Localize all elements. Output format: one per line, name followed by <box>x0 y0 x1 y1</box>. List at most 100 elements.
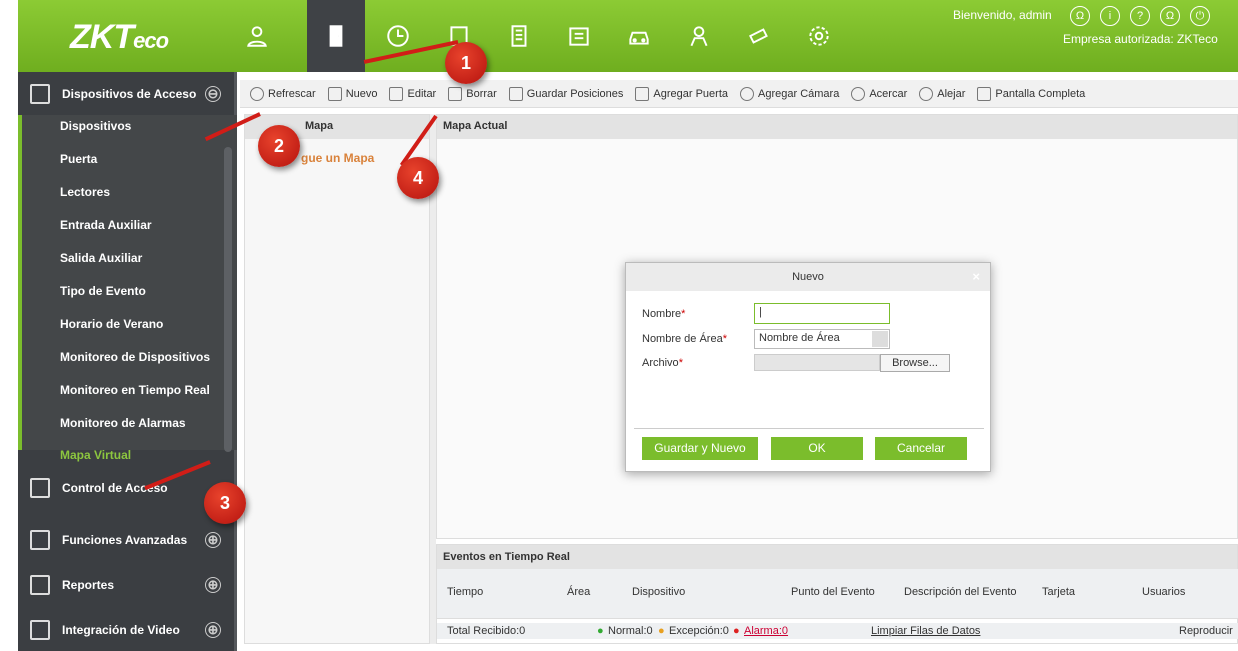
total-received: Total Recibido:0 <box>447 625 526 637</box>
sidebar-item-monitoreo-dispositivos[interactable]: Monitoreo de Dispositivos <box>60 350 210 364</box>
chevron-down-icon[interactable] <box>872 331 888 347</box>
dialog-title: Nuevo <box>792 271 824 283</box>
file-path-field[interactable] <box>754 354 880 371</box>
fullscreen-button[interactable]: Pantalla Completa <box>977 86 1085 101</box>
zoom-out-button[interactable]: Alejar <box>919 86 966 101</box>
events-footer: Total Recibido:0 ● Normal:0 ● Excepción:… <box>437 623 1238 639</box>
camera-icon[interactable] <box>730 0 788 72</box>
play-button[interactable]: Reproducir <box>1179 625 1233 637</box>
app-window: ZKTeco Bienvenido, admin Empresa autoriz… <box>0 0 1238 651</box>
browse-button[interactable]: Browse... <box>880 354 950 372</box>
sidebar-item-monitoreo-alarmas[interactable]: Monitoreo de Alarmas <box>60 416 186 430</box>
callout-badge-1: 1 <box>445 42 487 84</box>
sidebar-item-entrada-auxiliar[interactable]: Entrada Auxiliar <box>60 218 152 232</box>
section-video[interactable]: Integración de Video ⊕ <box>18 608 237 651</box>
col-event-desc[interactable]: Descripción del Evento <box>904 586 1017 598</box>
add-door-button[interactable]: Agregar Puerta <box>635 86 729 101</box>
col-event-point[interactable]: Punto del Evento <box>791 586 875 598</box>
name-label: Nombre* <box>642 308 686 320</box>
refresh-label: Refrescar <box>268 87 316 100</box>
card-icon[interactable] <box>550 0 608 72</box>
refresh-button[interactable]: Refrescar <box>250 86 316 101</box>
toolbar: Refrescar Nuevo Editar Borrar Guardar Po… <box>240 80 1238 108</box>
zoom-in-button[interactable]: Acercar <box>851 86 908 101</box>
section-access-devices[interactable]: Dispositivos de Acceso ⊖ <box>18 72 237 116</box>
col-area[interactable]: Área <box>567 586 590 598</box>
save-positions-button[interactable]: Guardar Posiciones <box>508 86 623 101</box>
submenu: Dispositivos Puerta Lectores Entrada Aux… <box>18 115 237 462</box>
sidebar-item-lectores[interactable]: Lectores <box>60 185 110 199</box>
callout-badge-3: 3 <box>204 482 246 524</box>
door-icon[interactable] <box>307 0 365 72</box>
add-door-icon <box>635 86 650 101</box>
section-reports[interactable]: Reportes ⊕ <box>18 563 237 607</box>
delete-icon <box>448 86 463 101</box>
sidebar-item-salida-auxiliar[interactable]: Salida Auxiliar <box>60 251 142 265</box>
section-label: Dispositivos de Acceso <box>62 87 197 101</box>
welcome-text: Bienvenido, admin <box>953 8 1052 22</box>
zoom-out-label: Alejar <box>937 87 966 100</box>
callout-badge-2: 2 <box>258 125 300 167</box>
dialog-title-bar: Nuevo × <box>626 263 990 291</box>
alarm-count[interactable]: Alarma:0 <box>744 625 788 637</box>
save-and-new-button[interactable]: Guardar y Nuevo <box>642 437 758 460</box>
add-door-label: Agregar Puerta <box>653 87 729 100</box>
file-label: Archivo* <box>642 357 683 369</box>
clear-rows-link[interactable]: Limpiar Filas de Datos <box>871 625 980 637</box>
lock-icon <box>30 478 50 498</box>
sidebar-scrollbar[interactable] <box>224 147 232 452</box>
sidebar: Dispositivos de Acceso ⊖ Dispositivos Pu… <box>18 72 237 651</box>
expand-icon[interactable]: ⊕ <box>205 532 221 548</box>
building-icon[interactable] <box>490 0 548 72</box>
new-button[interactable]: Nuevo <box>327 86 377 101</box>
add-map-link[interactable]: gue un Mapa <box>301 151 374 165</box>
delete-button[interactable]: Borrar <box>448 86 497 101</box>
zoom-in-label: Acercar <box>869 87 908 100</box>
events-panel: Eventos en Tiempo Real Tiempo Área Dispo… <box>436 544 1238 644</box>
ok-button[interactable]: OK <box>771 437 863 460</box>
account-icon[interactable]: Ω <box>1160 6 1180 26</box>
sidebar-item-tipo-evento[interactable]: Tipo de Evento <box>60 284 146 298</box>
logout-icon[interactable]: ⏻ <box>1190 6 1210 26</box>
current-map-title: Mapa Actual <box>437 115 1237 139</box>
edit-button[interactable]: Editar <box>389 86 436 101</box>
profile-icon[interactable]: Ω <box>1070 6 1090 26</box>
section-advanced[interactable]: Funciones Avanzadas ⊕ <box>18 518 237 562</box>
settings-icon[interactable] <box>790 0 848 72</box>
visitor-icon[interactable] <box>670 0 728 72</box>
time-icon[interactable] <box>369 0 427 72</box>
col-card[interactable]: Tarjeta <box>1042 586 1075 598</box>
delete-label: Borrar <box>466 87 497 100</box>
col-device[interactable]: Dispositivo <box>632 586 685 598</box>
col-time[interactable]: Tiempo <box>447 586 483 598</box>
exception-count: Excepción:0 <box>669 625 729 637</box>
expand-icon[interactable]: ⊕ <box>205 577 221 593</box>
user-icon[interactable] <box>228 0 286 72</box>
expand-icon[interactable]: ⊕ <box>205 622 221 638</box>
top-header: ZKTeco Bienvenido, admin Empresa autoriz… <box>18 0 1238 72</box>
sidebar-item-monitoreo-tiempo-real[interactable]: Monitoreo en Tiempo Real <box>60 383 210 397</box>
help-icon[interactable]: ? <box>1130 6 1150 26</box>
collapse-icon[interactable]: ⊖ <box>205 86 221 102</box>
logo: ZKTeco <box>70 18 169 56</box>
device-icon <box>30 84 50 104</box>
exception-status-icon: ● <box>658 625 665 637</box>
normal-status-icon: ● <box>597 625 604 637</box>
sidebar-item-horario-verano[interactable]: Horario de Verano <box>60 317 163 331</box>
refresh-icon <box>250 86 264 101</box>
cancel-button[interactable]: Cancelar <box>875 437 967 460</box>
car-icon[interactable] <box>610 0 668 72</box>
col-users[interactable]: Usuarios <box>1142 586 1185 598</box>
close-icon[interactable]: × <box>972 263 980 291</box>
area-select[interactable]: Nombre de Área <box>754 329 890 349</box>
info-icon[interactable]: i <box>1100 6 1120 26</box>
sidebar-item-puerta[interactable]: Puerta <box>60 152 97 166</box>
add-camera-button[interactable]: Agregar Cámara <box>740 86 839 101</box>
company-text: Empresa autorizada: ZKTeco <box>1063 32 1218 46</box>
section-label: Reportes <box>62 578 115 592</box>
zoom-out-icon <box>919 86 934 101</box>
sidebar-item-dispositivos[interactable]: Dispositivos <box>60 119 131 133</box>
name-input[interactable]: | <box>754 303 890 324</box>
add-camera-icon <box>740 86 755 101</box>
sidebar-item-mapa-virtual[interactable]: Mapa Virtual <box>60 448 131 462</box>
